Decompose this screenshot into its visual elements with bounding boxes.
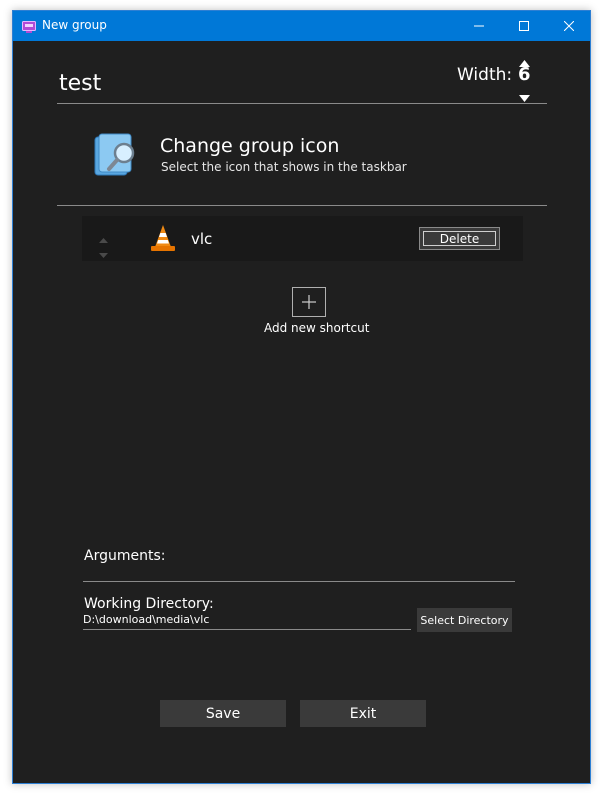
- working-directory-label: Working Directory:: [84, 596, 214, 612]
- plus-icon: [302, 295, 316, 309]
- shortcut-row[interactable]: vlc Delete: [82, 216, 523, 261]
- window-title: New group: [42, 18, 107, 32]
- delete-shortcut-button[interactable]: Delete: [419, 227, 500, 250]
- working-directory-input[interactable]: D:\download\media\vlc: [83, 612, 411, 630]
- new-group-window: New group test Width: 6 Change group ico…: [12, 10, 591, 784]
- maximize-button[interactable]: [501, 11, 547, 41]
- width-label: Width:: [457, 65, 513, 85]
- minimize-icon: [474, 25, 484, 27]
- group-icon-picker[interactable]: [91, 131, 141, 185]
- arguments-label: Arguments:: [84, 548, 166, 564]
- width-decrease-icon[interactable]: [519, 87, 530, 106]
- change-icon-subtitle: Select the icon that shows in the taskba…: [161, 160, 407, 174]
- close-icon: [564, 21, 574, 31]
- vlc-cone-icon: [150, 225, 176, 256]
- title-bar: New group: [13, 11, 590, 41]
- save-button[interactable]: Save: [160, 700, 286, 727]
- section-divider: [57, 205, 547, 206]
- exit-button[interactable]: Exit: [300, 700, 426, 727]
- move-down-icon[interactable]: [99, 243, 108, 262]
- close-button[interactable]: [546, 11, 592, 41]
- shortcut-name: vlc: [191, 230, 213, 248]
- add-shortcut-button[interactable]: [292, 287, 326, 317]
- maximize-icon: [519, 21, 529, 31]
- change-icon-title: Change group icon: [160, 135, 340, 157]
- group-name-underline: [57, 103, 547, 104]
- taskbar-group-icon: [22, 19, 36, 38]
- delete-label: Delete: [439, 231, 480, 246]
- width-value[interactable]: 6: [518, 64, 531, 85]
- minimize-button[interactable]: [456, 11, 502, 41]
- add-shortcut-label[interactable]: Add new shortcut: [264, 321, 369, 335]
- group-name-input[interactable]: test: [59, 71, 101, 96]
- arguments-input[interactable]: [83, 563, 515, 582]
- select-directory-button[interactable]: Select Directory: [417, 608, 512, 632]
